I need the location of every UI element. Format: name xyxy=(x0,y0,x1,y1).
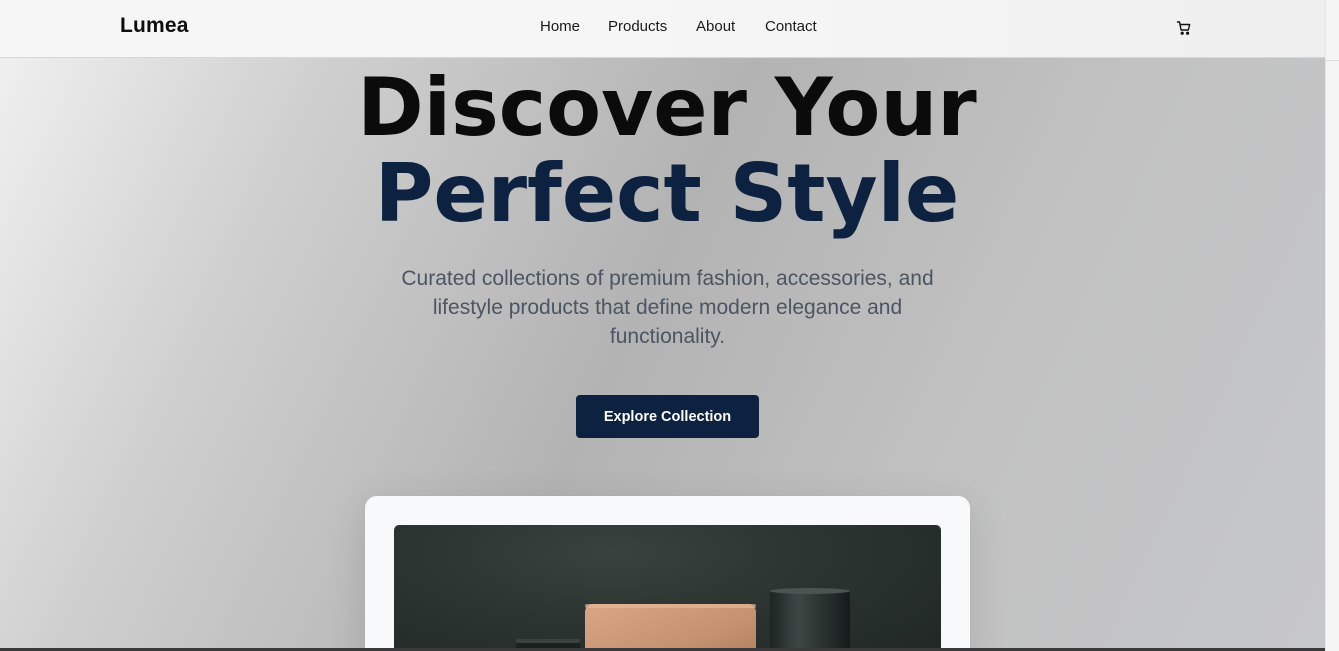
product-illustration xyxy=(516,588,850,651)
logo[interactable]: Lumea xyxy=(120,14,189,38)
scrollbar[interactable] xyxy=(1325,0,1339,651)
site-header: Lumea Home Products About Contact xyxy=(0,0,1325,58)
nav-products-link[interactable]: Products xyxy=(608,18,667,35)
nav-home-link[interactable]: Home xyxy=(540,18,580,35)
cart-icon[interactable] xyxy=(1176,20,1192,36)
hero-title-line2: Perfect Style xyxy=(374,147,960,240)
scrollbar-divider xyxy=(1325,60,1339,61)
hero-subtitle: Curated collections of premium fashion, … xyxy=(401,267,934,348)
hero-title-line1: Discover Your xyxy=(357,61,977,154)
nav-about-link[interactable]: About xyxy=(696,18,735,35)
explore-collection-button[interactable]: Explore Collection xyxy=(576,395,759,438)
page: Lumea Home Products About Contact Discov… xyxy=(0,0,1325,651)
product-image xyxy=(394,525,941,651)
nav-contact-link[interactable]: Contact xyxy=(765,18,817,35)
